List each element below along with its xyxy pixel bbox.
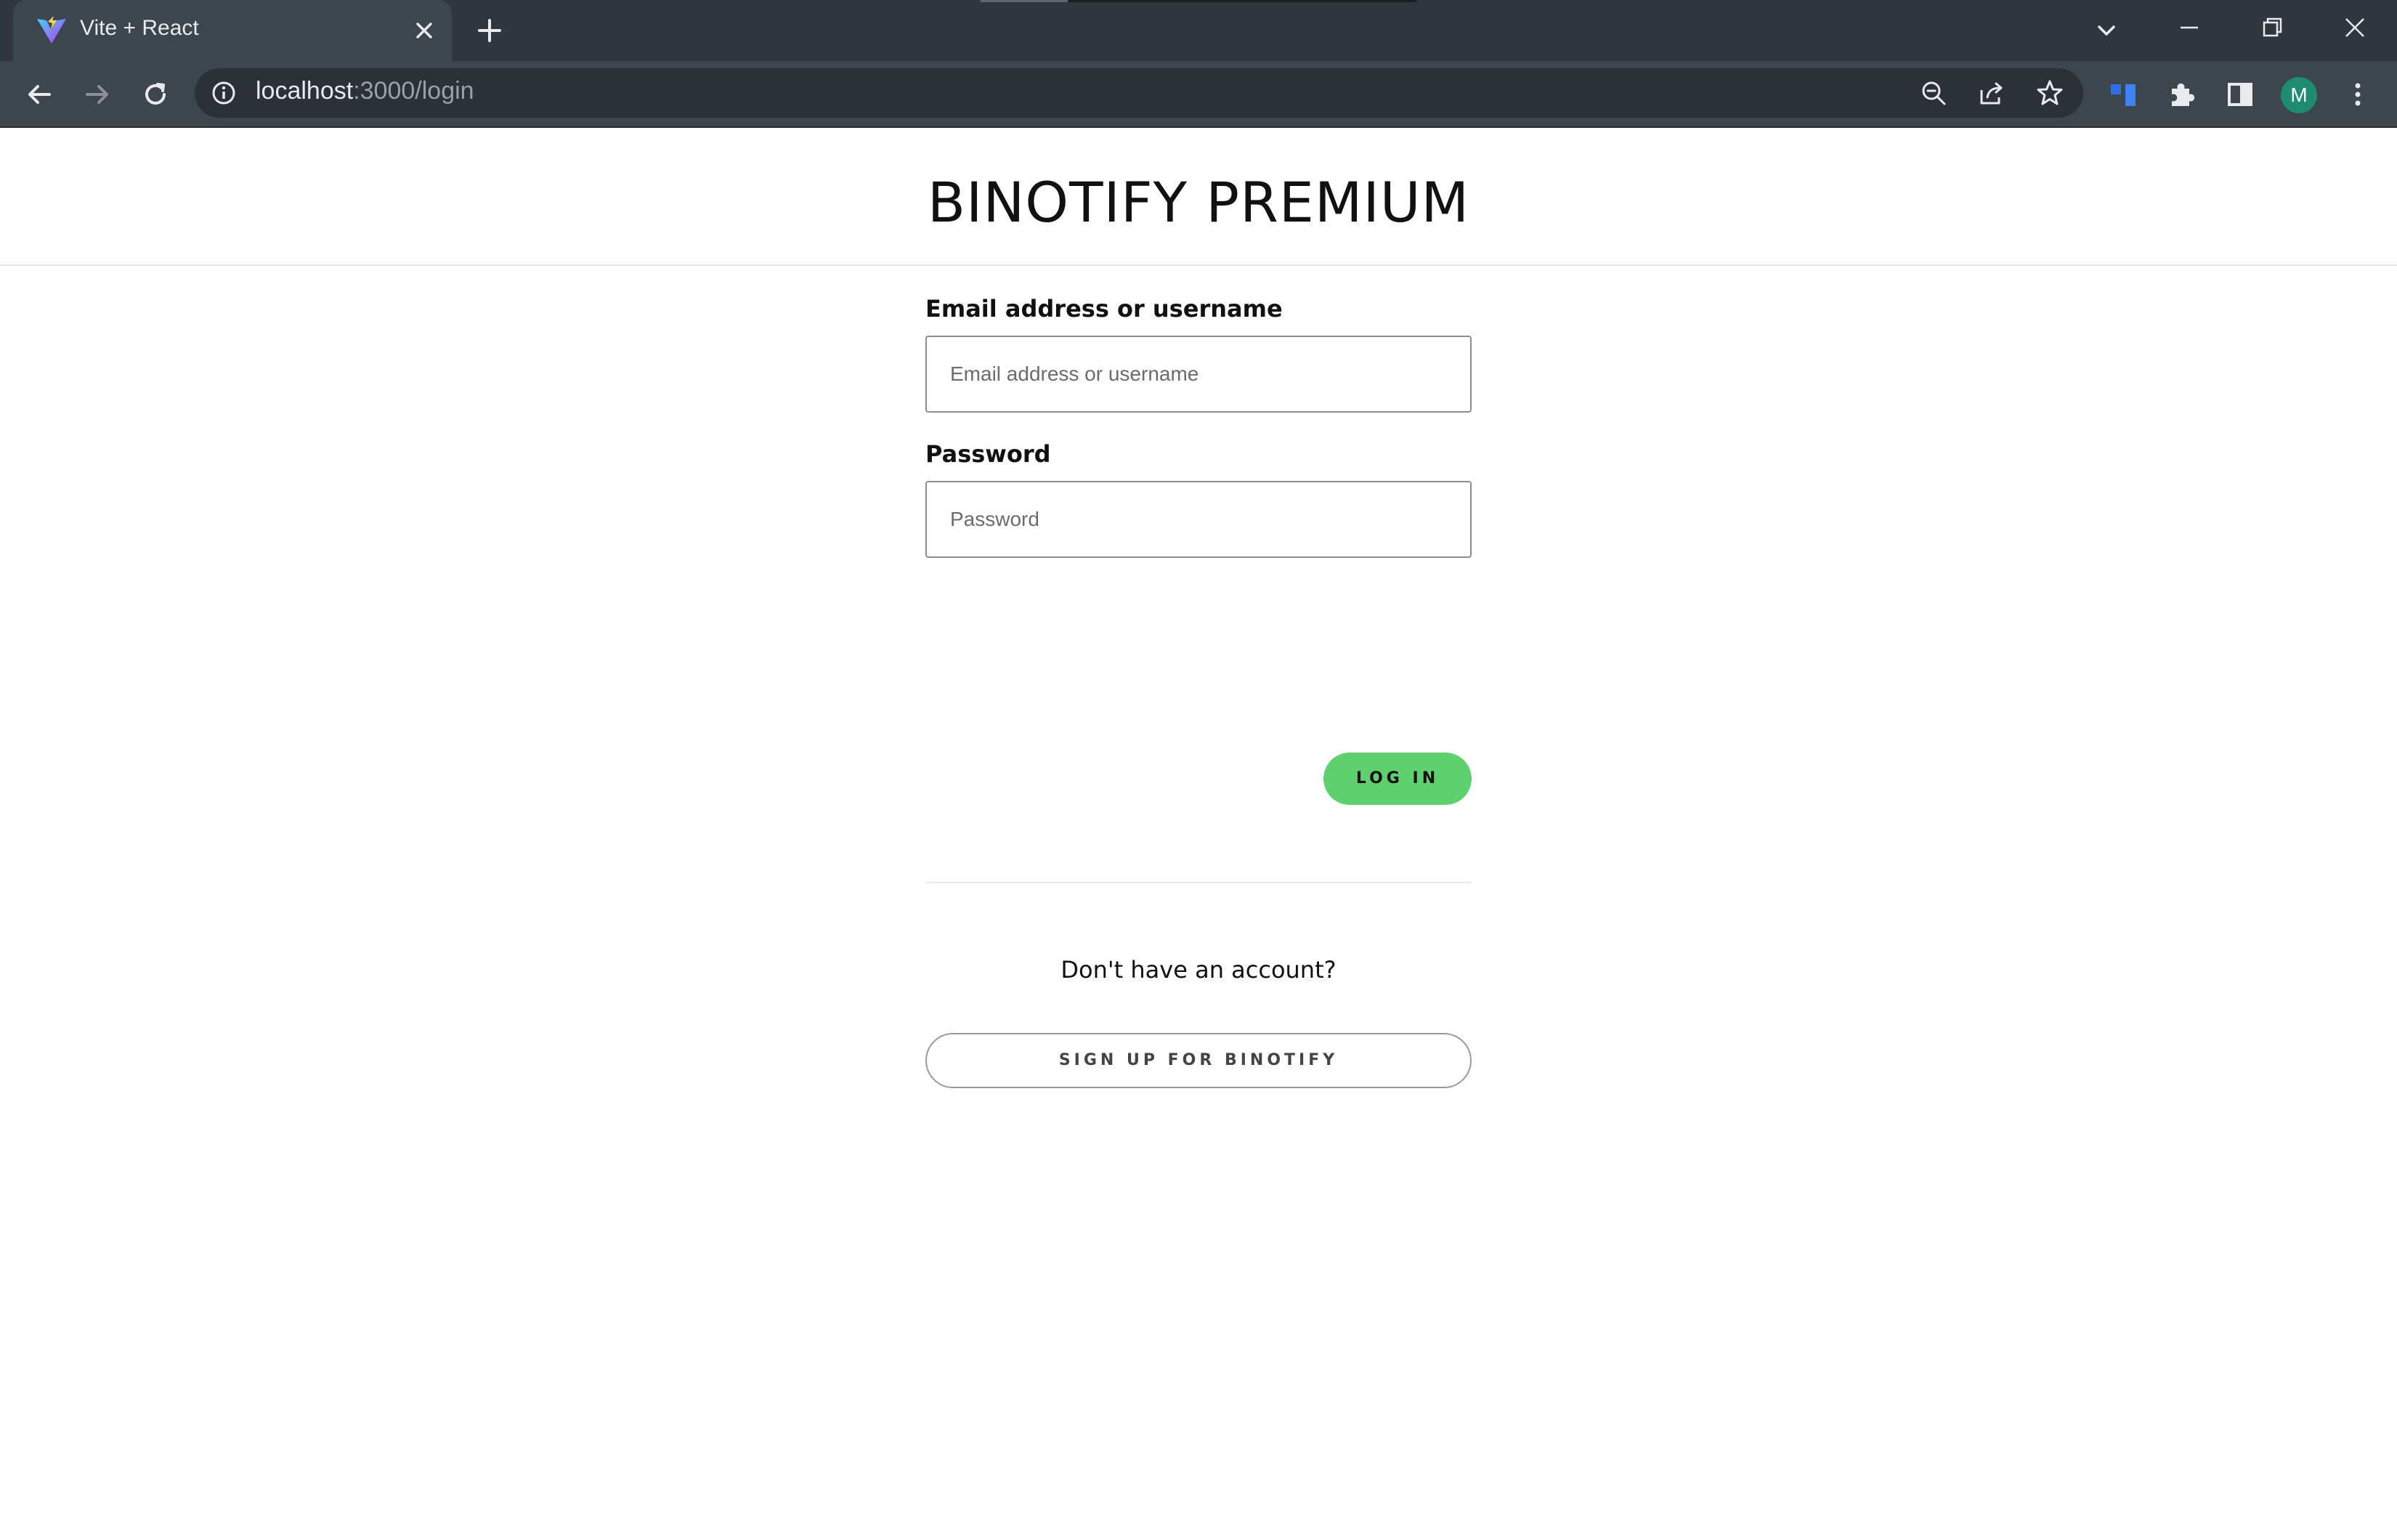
address-bar[interactable]: localhost:3000/login (195, 68, 2083, 118)
back-arrow-icon[interactable] (22, 77, 57, 112)
username-field-box (925, 336, 1472, 413)
browser-tab[interactable]: Vite + React (13, 0, 452, 61)
login-button[interactable]: LOG IN (1323, 753, 1472, 805)
puzzle-icon[interactable] (2165, 77, 2199, 112)
star-icon[interactable] (2035, 78, 2064, 108)
username-label: Email address or username (925, 295, 1283, 323)
tab-title: Vite + React (80, 16, 199, 40)
close-icon[interactable] (408, 15, 440, 46)
page-header: BINOTIFY PREMIUM (0, 129, 2397, 266)
password-label: Password (925, 440, 1051, 468)
zoom-icon[interactable] (1919, 78, 1948, 108)
url-text[interactable]: localhost:3000/login (256, 77, 474, 105)
browser-toolbar: localhost:3000/login M (0, 61, 2397, 128)
window-close-icon[interactable] (2337, 10, 2372, 45)
divider (925, 882, 1472, 883)
username-input[interactable] (927, 337, 1470, 411)
plus-icon[interactable] (472, 13, 507, 48)
tab-strip-indicator-highlight (981, 0, 1068, 2)
login-page: BINOTIFY PREMIUM Email address or userna… (0, 129, 2397, 1540)
reload-icon[interactable] (138, 77, 173, 112)
page-title: BINOTIFY PREMIUM (927, 170, 1470, 235)
restore-icon[interactable] (2255, 10, 2289, 45)
chevron-down-icon[interactable] (2089, 13, 2124, 48)
vite-logo-icon (37, 16, 66, 44)
extension-tab-icon[interactable] (2106, 77, 2141, 112)
password-field-box (925, 481, 1472, 558)
share-icon[interactable] (1977, 78, 2006, 108)
signup-button[interactable]: SIGN UP FOR BINOTIFY (925, 1033, 1472, 1088)
signup-prompt: Don't have an account? (1060, 956, 1337, 984)
kebab-menu-icon[interactable] (2340, 77, 2375, 112)
forward-arrow-icon[interactable] (80, 77, 115, 112)
info-icon[interactable] (211, 80, 237, 106)
password-input[interactable] (927, 482, 1470, 556)
side-panel-icon[interactable] (2223, 77, 2258, 112)
profile-avatar[interactable]: M (2281, 77, 2317, 113)
minimize-icon[interactable] (2172, 10, 2207, 45)
url-path: :3000/login (353, 77, 474, 105)
url-host: localhost (256, 77, 354, 105)
browser-tab-bar: Vite + React (0, 0, 2397, 61)
